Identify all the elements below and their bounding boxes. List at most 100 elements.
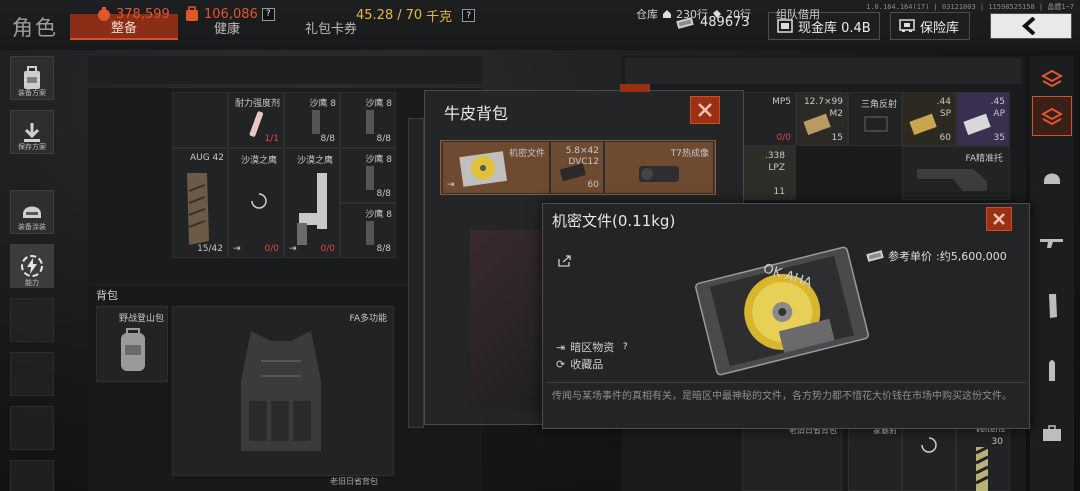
item-count: 8/8 <box>376 244 391 254</box>
close-backpack-button[interactable] <box>690 96 720 124</box>
storage-item-mp5[interactable]: MP5 0/0 <box>742 92 796 146</box>
storage-item-old-backpack[interactable]: 老旧日省背包 <box>742 420 842 491</box>
item-name: 耐力强度剂 <box>234 99 280 109</box>
category-helmet-button[interactable] <box>1032 158 1072 198</box>
safe-vault-button[interactable]: 保险库 <box>890 12 970 40</box>
help-icon[interactable]: ? <box>261 7 275 21</box>
backpack-preview <box>470 230 546 410</box>
storage-item-127[interactable]: 12.7×99 M2 15 <box>796 92 848 146</box>
tag-icon <box>713 10 721 18</box>
disk-icon <box>459 151 508 187</box>
backpack-window-title: 牛皮背包 <box>444 104 509 123</box>
stack-icon <box>1041 107 1063 126</box>
share-icon[interactable] <box>558 252 571 271</box>
inventory-slot-deagle[interactable]: 沙漠之鹰 ⇥ 0/0 <box>228 148 284 258</box>
weight-help-icon[interactable]: ? <box>462 9 476 22</box>
link-icon: ⇥ <box>233 244 241 254</box>
inventory-slot-aug-mag[interactable]: AUG 42 15/42 <box>172 148 228 258</box>
storage-tab[interactable]: 仓库 230行 20行 <box>636 6 751 22</box>
empty-slot <box>10 352 54 396</box>
helmet-icon <box>23 206 41 218</box>
item-count: 11 <box>773 187 785 197</box>
storage-item-8[interactable]: 家暴射 <box>848 420 902 491</box>
item-sub: LPZ <box>768 163 785 173</box>
team-borrow-tab[interactable]: 组队借用 <box>776 6 820 22</box>
storage-slot[interactable] <box>902 420 956 491</box>
empty-slot <box>10 460 54 491</box>
item-name: .338 <box>764 151 785 161</box>
link-icon: ⟳ <box>556 357 566 371</box>
rifle-icon <box>1040 239 1063 248</box>
magazine-icon <box>366 166 374 190</box>
sight-icon <box>864 116 888 132</box>
weight-current: 45.28 <box>356 8 394 23</box>
back-button[interactable] <box>990 13 1072 39</box>
window-tab-marker <box>620 84 650 92</box>
backpack-icon <box>121 328 145 371</box>
item-name: 5.8×42 <box>565 146 599 156</box>
chevron-left-icon <box>1021 17 1036 35</box>
item-name: 沙漠之鹰 <box>241 156 278 166</box>
category-rifle-button[interactable] <box>1032 222 1072 262</box>
page-title: 角色 <box>12 16 58 40</box>
orange-resource-value: 378,599 <box>116 6 170 22</box>
inventory-slot-deagle-mag[interactable]: 沙鹰 8 8/8 <box>340 92 396 148</box>
storage-item-reflex-sight[interactable]: 三角反射 <box>848 92 902 146</box>
bp-slot-classified-doc[interactable]: 机密文件 ⇥ <box>442 141 550 194</box>
empty-slot <box>10 406 54 450</box>
team-tab-label: 组队借用 <box>776 8 820 21</box>
game-screen: 角色 整备 健康 礼包卡券 1.0.164.164(17) | 03121003… <box>0 0 1080 491</box>
magazine-icon <box>366 110 374 134</box>
inventory-slot-deagle-mag[interactable]: 沙鹰 8 8/8 <box>340 203 396 258</box>
item-description: 传闻与某场事件的真相有关，是暗区中最神秘的文件，各方势力都不惜花大价钱在市场中购… <box>552 391 1012 402</box>
empty-slot <box>10 298 54 342</box>
category-all-button[interactable] <box>1032 58 1072 98</box>
price-label: 参考单价 <box>888 250 932 263</box>
download-icon <box>24 123 40 142</box>
storage-rows: 230行 <box>676 8 708 21</box>
item-count: 0/0 <box>320 244 335 254</box>
item-name: 三角反射 <box>860 100 897 110</box>
tag-collectible: ⟳ 收藏品 <box>556 356 603 372</box>
item-count: 60 <box>939 133 951 143</box>
rifle-stock-icon <box>917 169 987 191</box>
tag-rows: 20行 <box>726 8 751 21</box>
close-detail-button[interactable] <box>986 207 1012 231</box>
backpack-name: 野战登山包 <box>119 314 165 324</box>
storage-label: 仓库 <box>636 8 658 21</box>
backpack-section-label: 背包 <box>96 289 118 302</box>
category-selected-button[interactable] <box>1032 96 1072 136</box>
link-icon: ⇥ <box>447 180 455 190</box>
category-ammo-button[interactable] <box>1032 350 1072 390</box>
weight-separator: / <box>397 8 402 23</box>
thermal-scope-icon <box>639 166 679 182</box>
inventory-slot-deagle[interactable]: 沙漠之鹰 ⇥ 0/0 <box>284 148 340 258</box>
help-icon[interactable]: ? <box>619 341 631 353</box>
inventory-slot[interactable] <box>172 92 228 148</box>
bp-slot-ammo[interactable]: 5.8×42 DVC12 60 <box>550 141 604 194</box>
link-icon: ⇥ <box>289 244 297 254</box>
stack-refresh-icon <box>1041 69 1063 88</box>
category-medkit-button[interactable] <box>1032 414 1072 454</box>
storage-item-9[interactable]: Velteris 30 <box>956 420 1010 491</box>
backpack-slot[interactable]: 野战登山包 <box>96 306 168 382</box>
inventory-slot-deagle-mag[interactable]: 沙鹰 8 8/8 <box>284 92 340 148</box>
pistol-icon <box>297 173 327 245</box>
storage-item-45ap[interactable]: .45 AP 35 <box>956 92 1010 146</box>
coin-bag-icon <box>98 7 110 21</box>
vest-slot[interactable]: FA多功能 <box>172 306 394 476</box>
storage-item-338[interactable]: .338 LPZ 11 <box>742 146 796 200</box>
item-name: 沙鹰 8 <box>365 210 392 220</box>
helmet-icon <box>1044 173 1060 184</box>
inventory-slot-deagle-mag[interactable]: 沙鹰 8 8/8 <box>340 148 396 203</box>
bag-bottom-label: 老旧日省背包 <box>330 477 378 486</box>
inventory-slot-stamina[interactable]: 耐力强度剂 1/1 <box>228 92 284 148</box>
bullet-icon <box>1049 360 1055 381</box>
storage-item-44sp[interactable]: .44 SP 60 <box>902 92 956 146</box>
item-sub: SP <box>939 109 951 119</box>
category-magazine-button[interactable] <box>1032 286 1072 326</box>
bp-slot-thermal[interactable]: T7热成像 <box>604 141 714 194</box>
storage-item-stock[interactable]: FA精准托 <box>902 146 1010 200</box>
item-name: 机密文件 <box>508 149 545 159</box>
save-plan-label: 保存方案 <box>18 143 46 151</box>
